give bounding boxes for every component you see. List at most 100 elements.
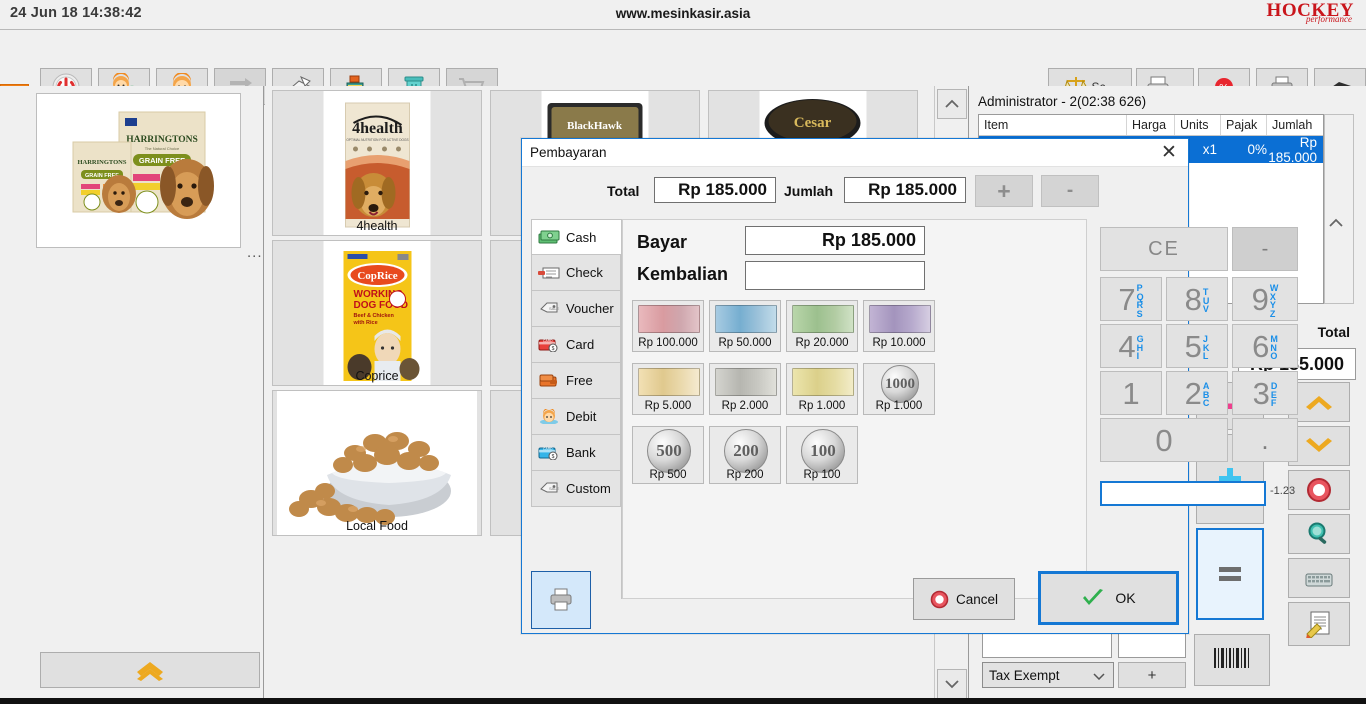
scroll-up-button[interactable] <box>40 652 260 688</box>
wallet-icon <box>539 374 557 386</box>
key-5[interactable]: 5JKL <box>1166 324 1228 368</box>
key-letters: WXYZ <box>1269 283 1279 319</box>
chevron-up-icon <box>1306 396 1332 410</box>
cheque-icon <box>538 267 560 278</box>
person-icon <box>540 409 558 424</box>
increase-button[interactable]: + <box>975 175 1033 207</box>
product-image <box>277 391 477 535</box>
tag-icon: SALE <box>540 302 560 312</box>
svg-text:SALE: SALE <box>549 486 560 491</box>
key-letters: PQRS <box>1136 283 1144 319</box>
product-tile-coprice[interactable]: CopRice WORKING DOG FOOD Beef & Chicken … <box>272 240 482 386</box>
denom-10000-button[interactable]: Rp 10.000 <box>863 300 935 352</box>
bank-card-icon: CARD $ <box>538 447 558 460</box>
column-header-harga: Harga <box>1127 115 1175 135</box>
keypad-input[interactable] <box>1100 481 1266 506</box>
key-9[interactable]: 9WXYZ <box>1232 277 1298 321</box>
bayar-field[interactable]: Rp 185.000 <box>745 226 925 255</box>
payment-method-tabs: Cash Check SALE Voucher CARD $ Card Free… <box>531 219 621 507</box>
key-6[interactable]: 6MNO <box>1232 324 1298 368</box>
grid-scroll-up-button[interactable] <box>937 89 967 119</box>
cart-header-row: Item Harga Units Pajak Jumlah <box>979 115 1323 136</box>
key-digit: 9 <box>1251 281 1269 317</box>
main-toolbar: Sc... ... % <box>0 30 1366 105</box>
chevron-down-icon <box>1306 438 1332 452</box>
misc-field-1[interactable] <box>982 632 1112 658</box>
cancel-button[interactable]: Cancel <box>913 578 1015 620</box>
grid-scroll-bottom-button[interactable] <box>937 669 967 699</box>
ok-button[interactable]: OK <box>1038 571 1179 625</box>
denom-500-button[interactable]: 500 Rp 500 <box>632 426 704 484</box>
ce-button[interactable]: CE <box>1100 227 1228 271</box>
product-tile-4health[interactable]: 4health OPTIMAL NUTRITION FOR ACTIVE DOG… <box>272 90 482 236</box>
denom-1000-bill-button[interactable]: Rp 1.000 <box>786 363 858 415</box>
denom-100000-button[interactable]: Rp 100.000 <box>632 300 704 352</box>
equals-button[interactable] <box>1196 528 1264 620</box>
tab-card[interactable]: CARD $ Card <box>531 327 621 363</box>
note-button[interactable] <box>1288 602 1350 646</box>
tag-icon: SALE <box>540 482 560 492</box>
denom-100-button[interactable]: 100 Rp 100 <box>786 426 858 484</box>
key-8[interactable]: 8TUV <box>1166 277 1228 321</box>
product-preview-panel: HARRINGTONS The Natural Choice GRAIN FRE… <box>0 86 264 704</box>
cart-scroll-up-icon[interactable] <box>1328 215 1344 233</box>
dialog-title-bar: Pembayaran ✕ <box>522 139 1188 167</box>
brand-logo: HOCKEY performance <box>1267 1 1354 24</box>
tab-free[interactable]: Free <box>531 363 621 399</box>
denom-label: Rp 10.000 <box>872 337 926 349</box>
close-icon[interactable]: ✕ <box>1158 141 1180 165</box>
denom-20000-button[interactable]: Rp 20.000 <box>786 300 858 352</box>
add-tax-button[interactable]: + <box>1118 662 1186 688</box>
tab-voucher[interactable]: SALE Voucher <box>531 291 621 327</box>
key-7[interactable]: 7PQRS <box>1100 277 1162 321</box>
denom-label: Rp 1.000 <box>875 400 923 412</box>
print-receipt-button[interactable] <box>531 571 591 629</box>
cell-pajak: 0% <box>1247 142 1267 157</box>
column-header-item: Item <box>979 115 1127 135</box>
denom-2000-button[interactable]: Rp 2.000 <box>709 363 781 415</box>
more-options-dots[interactable]: ... <box>247 244 263 261</box>
tab-custom[interactable]: SALE Custom <box>531 471 621 507</box>
kembalian-field[interactable] <box>745 261 925 290</box>
key-1[interactable]: 1 <box>1100 371 1162 415</box>
product-tile-local-food[interactable]: Local Food <box>272 390 482 536</box>
tab-bank[interactable]: CARD $ Bank <box>531 435 621 471</box>
key-3[interactable]: 3DEF <box>1232 371 1298 415</box>
keyboard-button[interactable] <box>1288 558 1350 598</box>
denom-50000-button[interactable]: Rp 50.000 <box>709 300 781 352</box>
tab-label: Custom <box>566 481 611 496</box>
harringtons-product-icon: HARRINGTONS The Natural Choice GRAIN FRE… <box>37 94 240 247</box>
void-button[interactable] <box>1288 470 1350 510</box>
key-letters: TUV <box>1202 287 1210 315</box>
preview-product-image[interactable]: HARRINGTONS The Natural Choice GRAIN FRE… <box>36 93 241 248</box>
coin-icon: 100 <box>801 429 845 473</box>
cart-scrollbar[interactable] <box>1324 114 1354 304</box>
tab-debit[interactable]: Debit <box>531 399 621 435</box>
tax-select-control[interactable]: Tax Exempt <box>982 662 1114 688</box>
coin-icon: 200 <box>724 429 768 473</box>
denom-label: Rp 100.000 <box>638 337 698 349</box>
key-4[interactable]: 4GHI <box>1100 324 1162 368</box>
backspace-button[interactable]: - <box>1232 227 1298 271</box>
payment-dialog: Pembayaran ✕ Total Rp 185.000 Jumlah Rp … <box>521 138 1298 634</box>
chevron-up-icon <box>1329 218 1343 227</box>
denom-1000-coin-button[interactable]: 1000 Rp 1.000 <box>863 363 935 415</box>
denom-200-button[interactable]: 200 Rp 200 <box>709 426 781 484</box>
key-2[interactable]: 2ABC <box>1166 371 1228 415</box>
svg-text:HARRINGTONS: HARRINGTONS <box>77 159 126 166</box>
jumlah-field[interactable]: Rp 185.000 <box>844 177 966 203</box>
misc-field-2[interactable] <box>1118 632 1186 658</box>
tab-cash[interactable]: Cash <box>531 219 621 255</box>
search-button[interactable] <box>1288 514 1350 554</box>
tax-option-select[interactable]: Tax Exempt <box>982 662 1114 688</box>
denom-label: Rp 20.000 <box>795 337 849 349</box>
decrease-button[interactable]: - <box>1041 175 1099 207</box>
barcode-button[interactable] <box>1194 634 1270 686</box>
denom-5000-button[interactable]: Rp 5.000 <box>632 363 704 415</box>
key-decimal[interactable]: . <box>1232 418 1298 462</box>
svg-text:4health: 4health <box>352 120 403 137</box>
tab-check[interactable]: Check <box>531 255 621 291</box>
key-0[interactable]: 0 <box>1100 418 1228 462</box>
key-digit: 3 <box>1252 375 1270 411</box>
total-field[interactable]: Rp 185.000 <box>654 177 776 203</box>
